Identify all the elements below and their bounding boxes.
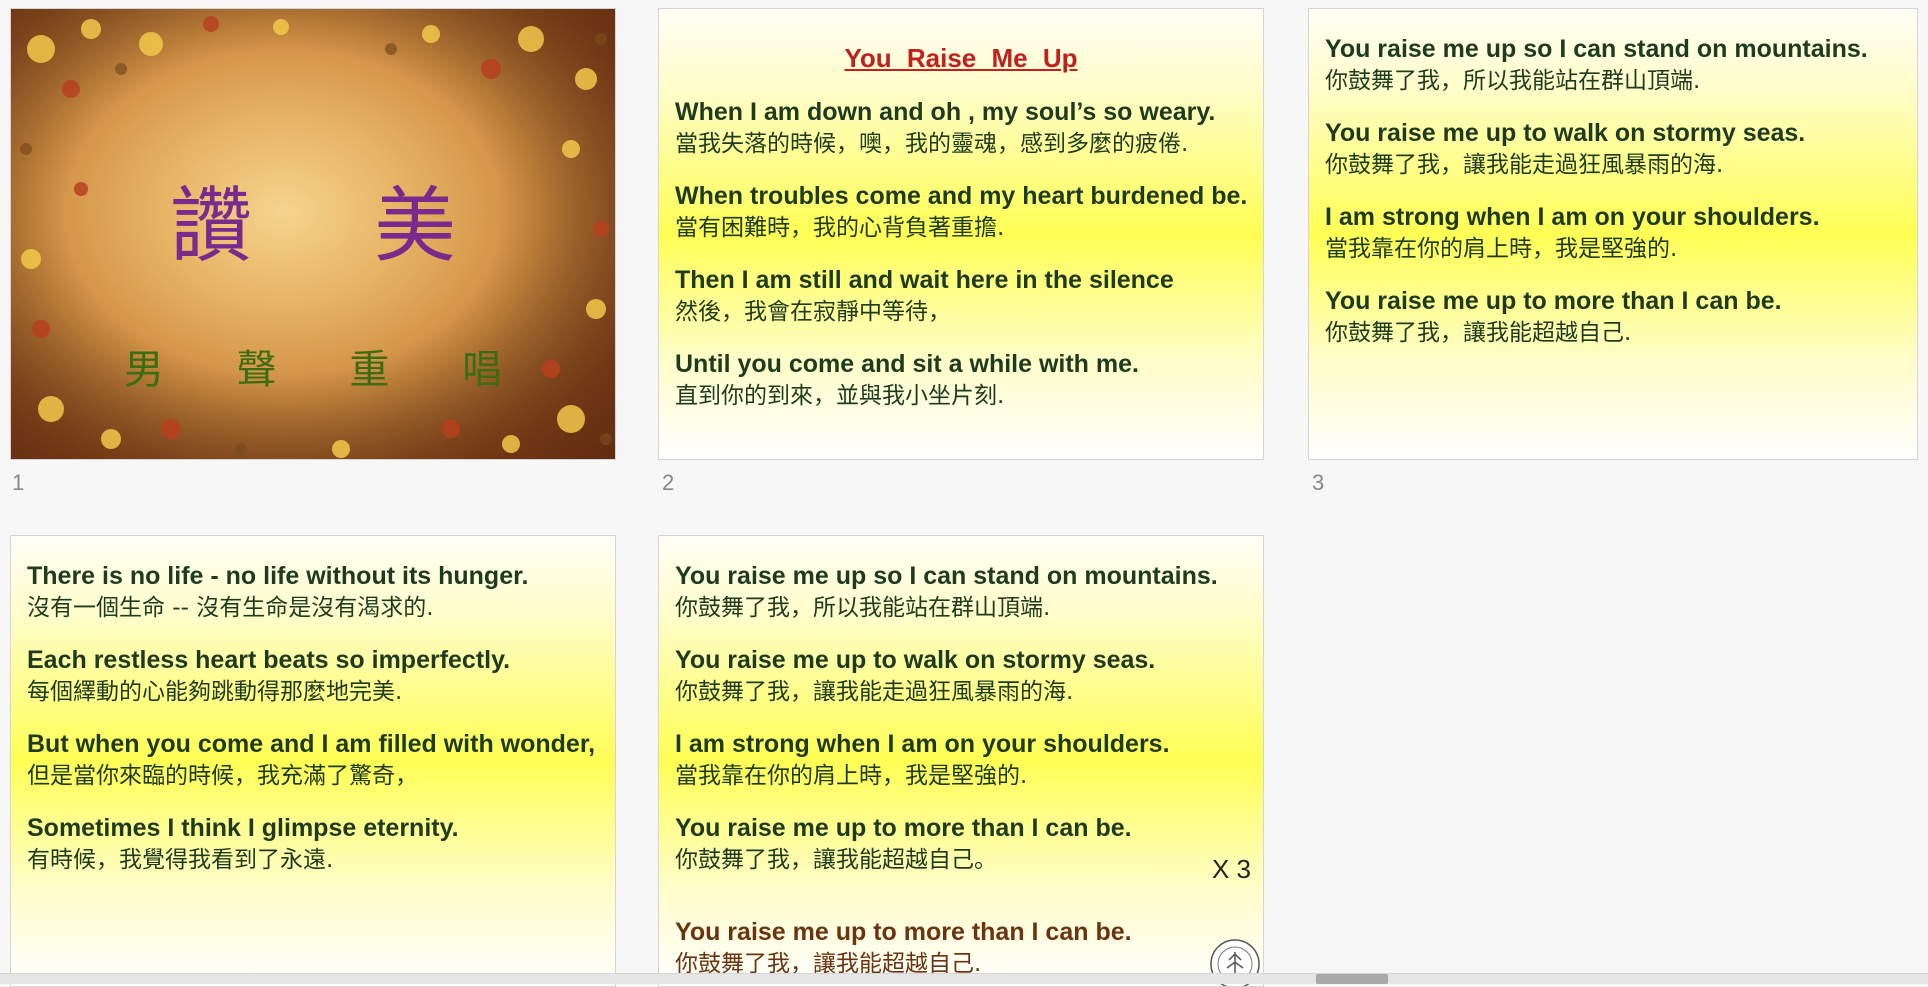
slide-number-2: 2 [662, 470, 675, 495]
slide-thumbnail-3[interactable]: You raise me up so I can stand on mounta… [1308, 8, 1918, 460]
lyric-chinese: 你鼓舞了我，所以我能站在群山頂端. [675, 595, 1051, 621]
lyric-chinese: 有時候，我覺得我看到了永遠. [27, 847, 334, 873]
lyric-verse: I am strong when I am on your shoulders.… [675, 728, 1247, 792]
lyric-verse: When I am down and oh , my soul’s so wea… [675, 96, 1247, 160]
lyric-chinese: 當有困難時，我的心背負著重擔. [675, 215, 1005, 241]
lyric-chinese: 你鼓舞了我，讓我能走過狂風暴雨的海. [675, 679, 1074, 705]
lyric-chinese: 你鼓舞了我，讓我能走過狂風暴雨的海. [1325, 152, 1724, 178]
slide-thumbnail-5[interactable]: You raise me up so I can stand on mounta… [658, 535, 1264, 987]
slide-number-3: 3 [1312, 470, 1325, 495]
lyric-verse: Then I am still and wait here in the sil… [675, 264, 1247, 328]
lyric-verse: You raise me up so I can stand on mounta… [675, 560, 1247, 624]
lyric-chinese: 當我靠在你的肩上時，我是堅強的. [1325, 236, 1678, 262]
lyric-english: You raise me up to more than I can be. [1325, 287, 1782, 315]
lyric-english: There is no life - no life without its h… [27, 562, 529, 590]
scrollbar-thumb[interactable] [1316, 974, 1388, 984]
lyric-english: You raise me up to more than I can be. [675, 918, 1132, 946]
song-title: You Raise Me Up [844, 43, 1078, 73]
repeat-marker: X 3 [1211, 854, 1251, 884]
lyric-chinese: 然後，我會在寂靜中等待， [675, 299, 951, 325]
lyric-english: When I am down and oh , my soul’s so wea… [675, 98, 1216, 126]
lyric-english: You raise me up to walk on stormy seas. [675, 646, 1156, 674]
cover-title: 讚 美 [169, 179, 505, 274]
lyric-verse: Sometimes I think I glimpse eternity. 有時… [27, 812, 599, 876]
lyric-chinese: 你鼓舞了我，讓我能超越自己. [1325, 320, 1632, 346]
lyric-chinese: 沒有一個生命 -- 沒有生命是沒有渴求的. [27, 595, 434, 621]
lyric-english: When troubles come and my heart burdened… [675, 182, 1248, 210]
slide-number-1: 1 [12, 470, 25, 495]
lyric-chinese: 但是當你來臨的時候，我充滿了驚奇， [27, 763, 418, 789]
lyric-english: You raise me up to walk on stormy seas. [1325, 119, 1806, 147]
lyric-chinese: 當我失落的時候，噢，我的靈魂，感到多麼的疲倦. [675, 131, 1189, 157]
lyric-chinese: 你鼓舞了我，所以我能站在群山頂端. [1325, 68, 1701, 94]
slide-thumbnail-2[interactable]: You Raise Me Up When I am down and oh , … [658, 8, 1264, 460]
lyric-verse: But when you come and I am filled with w… [27, 728, 599, 792]
lyric-verse: You raise me up to walk on stormy seas. … [675, 644, 1247, 708]
lyric-english: Sometimes I think I glimpse eternity. [27, 814, 459, 842]
lyric-verse: You raise me up to more than I can be. 你… [1325, 285, 1901, 349]
slide-thumbnail-4[interactable]: There is no life - no life without its h… [10, 535, 616, 987]
lyric-english: Until you come and sit a while with me. [675, 350, 1139, 378]
horizontal-scrollbar[interactable] [0, 973, 1928, 984]
lyric-verse: There is no life - no life without its h… [27, 560, 599, 624]
lyric-english: You raise me up so I can stand on mounta… [1325, 35, 1868, 63]
lyric-verse: You raise me up to more than I can be. 你… [675, 812, 1247, 876]
lyric-english: You raise me up to more than I can be. [675, 814, 1132, 842]
lyric-english: Each restless heart beats so imperfectly… [27, 646, 511, 674]
lyric-english: I am strong when I am on your shoulders. [675, 730, 1170, 758]
slide-thumbnail-1[interactable]: 讚 美 男 聲 重 唱 [10, 8, 616, 460]
lyric-verse: When troubles come and my heart burdened… [675, 180, 1247, 244]
lyric-verse: You raise me up to walk on stormy seas. … [1325, 117, 1901, 181]
lyric-chinese: 直到你的到來，並與我小坐片刻. [675, 383, 1005, 409]
lyric-chinese: 每個繹動的心能夠跳動得那麼地完美. [27, 679, 403, 705]
lyric-verse: I am strong when I am on your shoulders.… [1325, 201, 1901, 265]
lyric-english: But when you come and I am filled with w… [27, 730, 596, 758]
lyric-english: Then I am still and wait here in the sil… [675, 266, 1174, 294]
lyric-verse: Each restless heart beats so imperfectly… [27, 644, 599, 708]
cover-subtitle: 男 聲 重 唱 [123, 347, 533, 393]
lyric-verse: Until you come and sit a while with me. … [675, 348, 1247, 412]
lyric-english: I am strong when I am on your shoulders. [1325, 203, 1820, 231]
lyric-verse-final: You raise me up to more than I can be. 你… [675, 916, 1247, 980]
lyric-english: You raise me up so I can stand on mounta… [675, 562, 1218, 590]
lyric-chinese: 當我靠在你的肩上時，我是堅強的. [675, 763, 1028, 789]
lyric-verse: You raise me up so I can stand on mounta… [1325, 33, 1901, 97]
lyric-chinese: 你鼓舞了我，讓我能超越自己。 [675, 847, 997, 873]
